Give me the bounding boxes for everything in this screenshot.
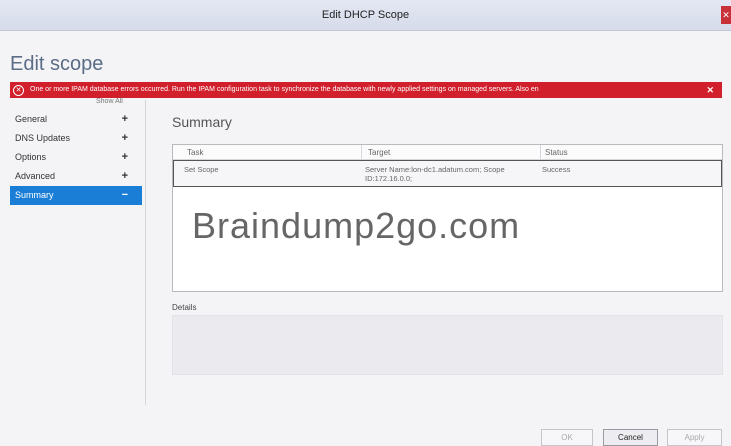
pane-divider: [145, 100, 146, 405]
cancel-button[interactable]: Cancel: [603, 429, 658, 446]
column-header-task[interactable]: Task: [187, 148, 203, 157]
expand-icon[interactable]: +: [122, 148, 128, 167]
window-title: Edit DHCP Scope: [321, 9, 410, 21]
sidebar-item-general[interactable]: General +: [10, 110, 142, 129]
cell-task: Set Scope: [184, 165, 219, 174]
collapse-icon[interactable]: −: [122, 186, 128, 205]
summary-table: Task Target Status Set Scope Server Name…: [172, 144, 723, 292]
cell-status: Success: [542, 165, 571, 174]
sidebar-nav: General + DNS Updates + Options + Advanc…: [10, 110, 142, 205]
sidebar-item-label: DNS Updates: [15, 133, 71, 143]
sidebar-item-label: Summary: [15, 190, 54, 200]
error-banner: ✕ One or more IPAM database errors occur…: [10, 82, 722, 98]
cell-target-line1: Server Name:lon-dc1.adatum.com; Scope: [365, 165, 505, 174]
sidebar-item-dns-updates[interactable]: DNS Updates +: [10, 129, 142, 148]
sidebar-item-label: Options: [15, 152, 47, 162]
sidebar-item-options[interactable]: Options +: [10, 148, 142, 167]
details-pane: [172, 315, 723, 375]
sidebar-item-advanced[interactable]: Advanced +: [10, 167, 142, 186]
page-title: Edit scope: [10, 53, 104, 75]
cell-target-line2: ID:172.16.0.0;: [365, 174, 413, 183]
error-dismiss-button[interactable]: ✕: [706, 82, 714, 98]
table-header: Task Target Status: [173, 145, 722, 160]
expand-icon[interactable]: +: [122, 129, 128, 148]
error-message: One or more IPAM database errors occurre…: [30, 86, 539, 93]
sidebar-item-summary[interactable]: Summary −: [10, 186, 142, 205]
sidebar-item-label: General: [15, 114, 48, 124]
close-icon: ✕: [722, 10, 730, 20]
close-button[interactable]: ✕: [721, 6, 731, 24]
table-row[interactable]: Set Scope Server Name:lon-dc1.adatum.com…: [173, 160, 722, 187]
apply-button[interactable]: Apply: [667, 429, 722, 446]
show-all-link[interactable]: Show All: [96, 98, 123, 105]
ok-button[interactable]: OK: [541, 429, 593, 446]
title-bar: Edit DHCP Scope ✕: [0, 0, 731, 31]
expand-icon[interactable]: +: [122, 110, 128, 129]
column-header-status[interactable]: Status: [545, 148, 568, 157]
section-title: Summary: [172, 114, 232, 130]
sidebar-item-label: Advanced: [15, 171, 56, 181]
column-header-target[interactable]: Target: [368, 148, 390, 157]
error-icon: ✕: [13, 85, 24, 96]
details-label: Details: [172, 303, 197, 312]
watermark: Braindump2go.com: [192, 205, 521, 246]
expand-icon[interactable]: +: [122, 167, 128, 186]
